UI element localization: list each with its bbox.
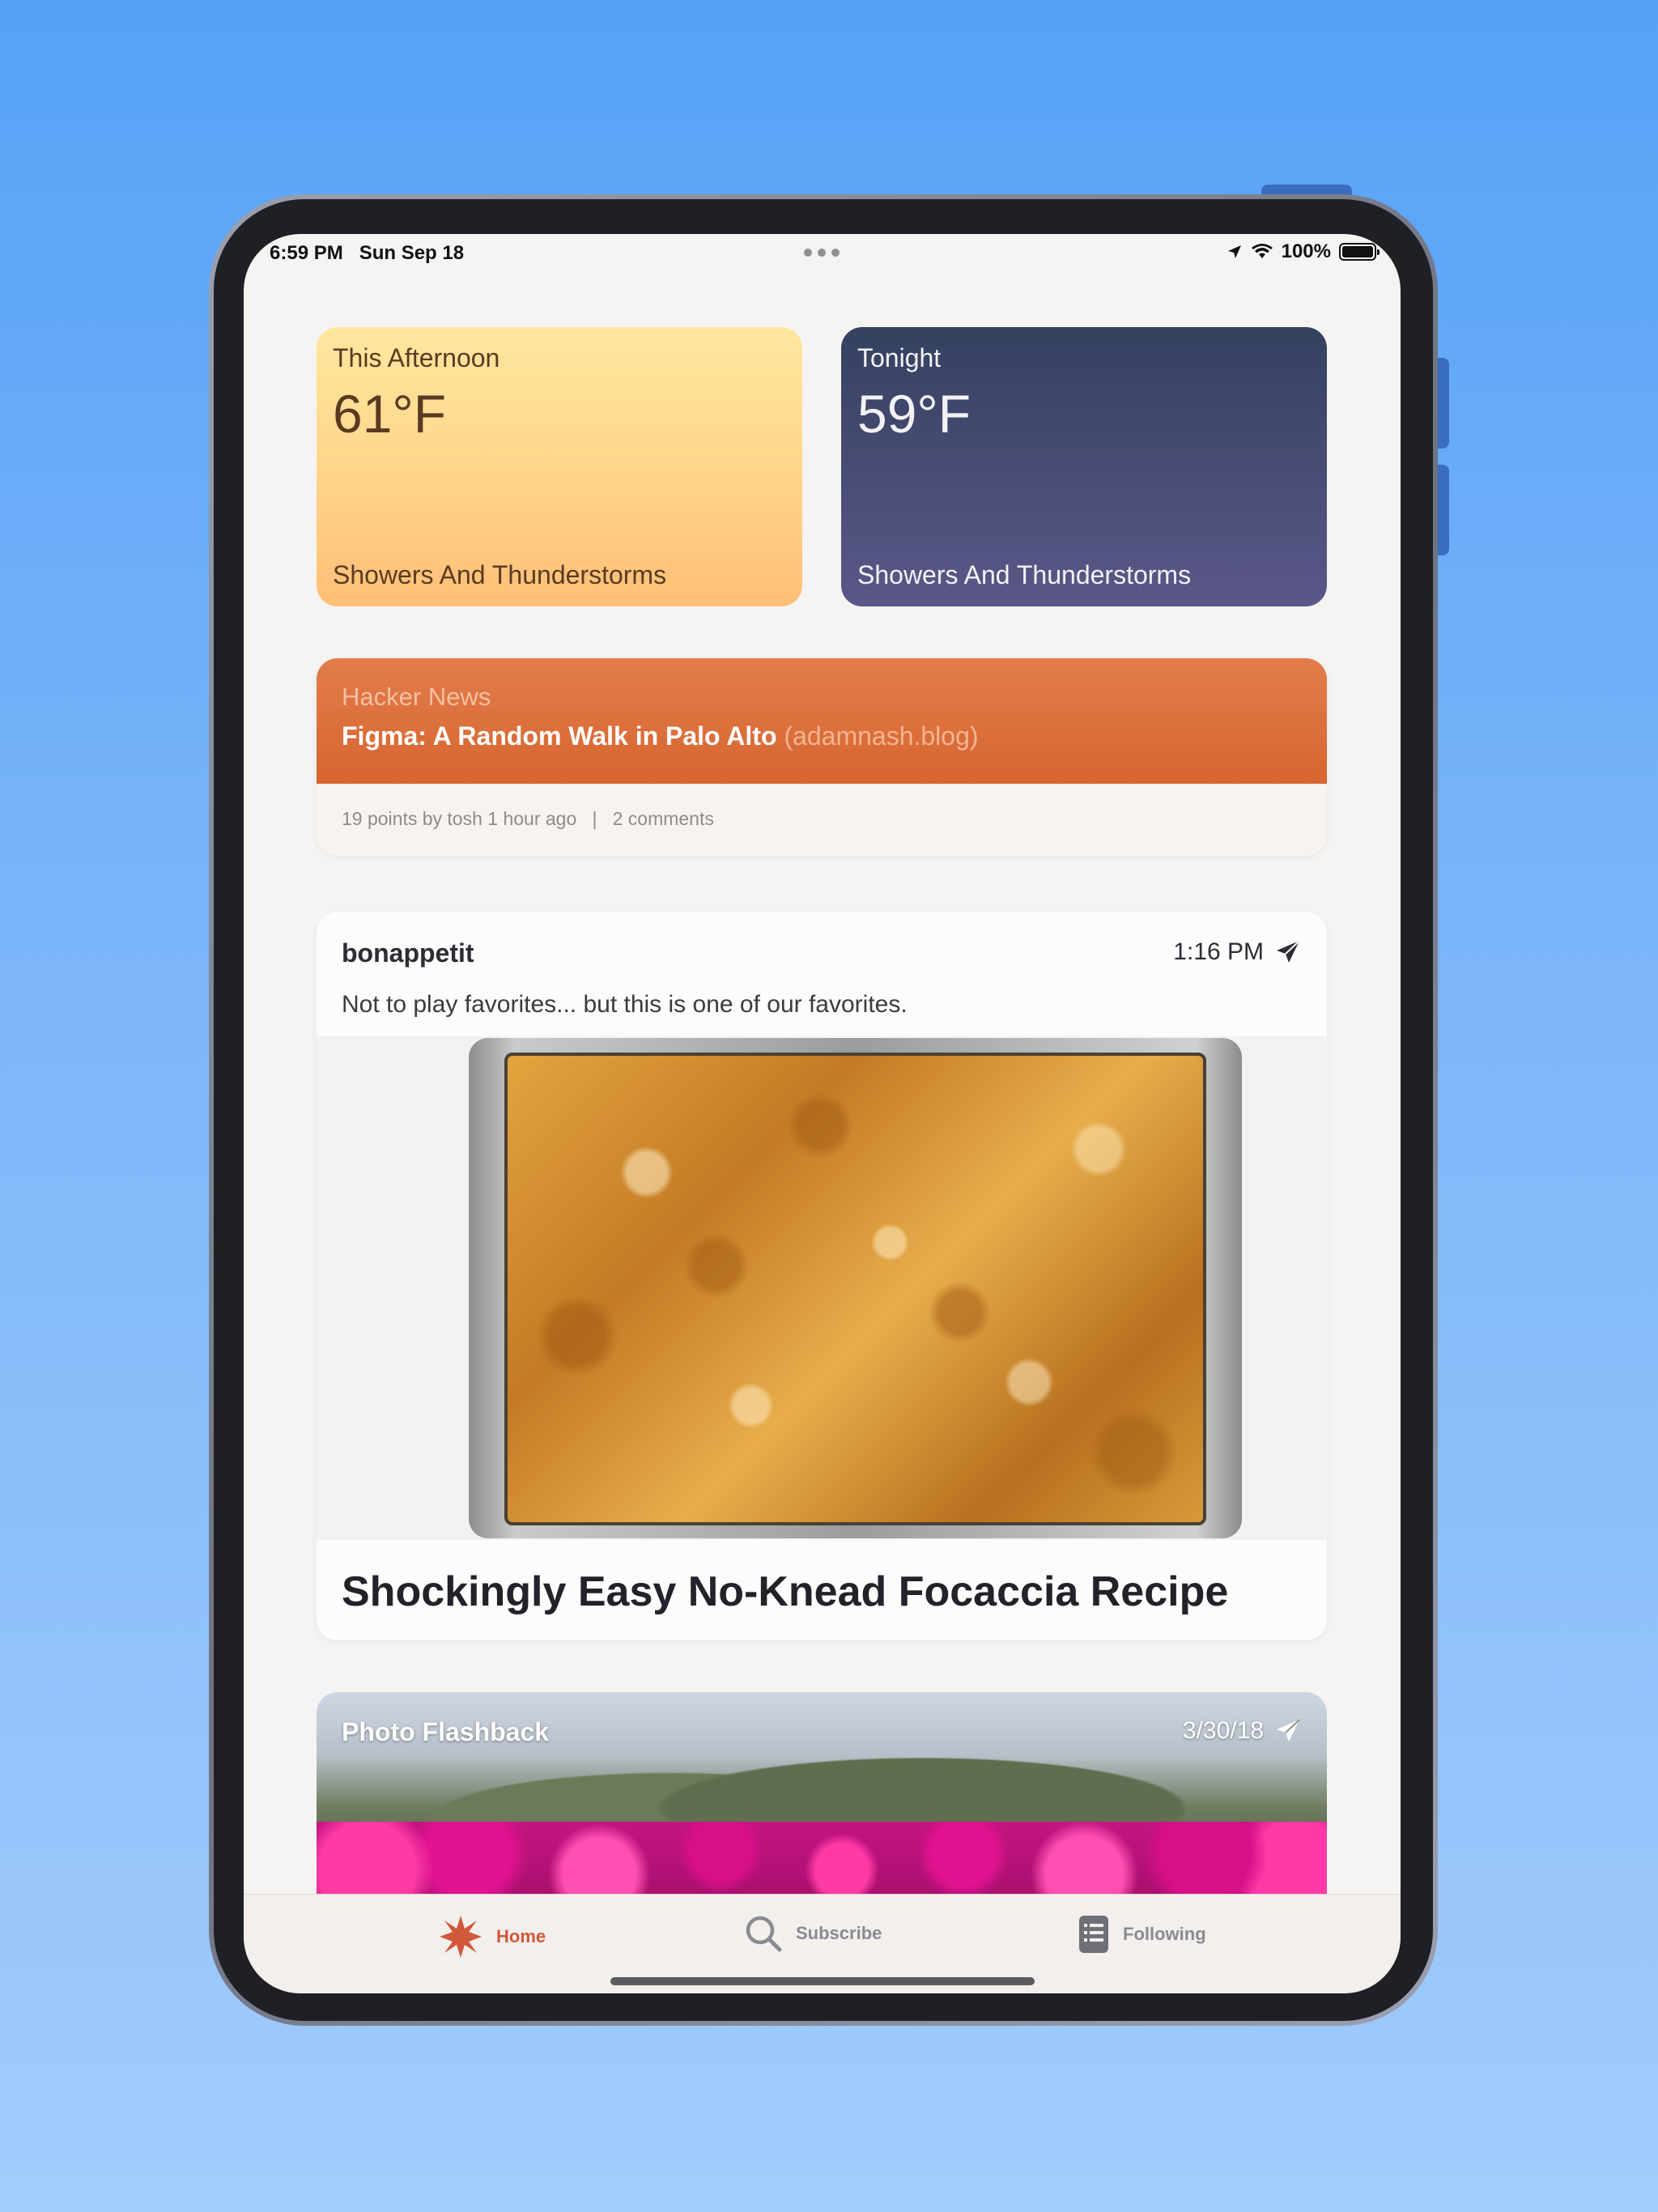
tab-subscribe-label: Subscribe [796, 1923, 882, 1943]
post-image[interactable] [317, 1036, 1327, 1540]
baking-pan [469, 1038, 1242, 1538]
sunburst-icon [440, 1916, 482, 1958]
tab-following-label: Following [1123, 1924, 1206, 1944]
weather-card-afternoon[interactable]: This Afternoon 61°F Showers And Thunders… [317, 327, 802, 606]
post-time: 1:16 PM [1173, 938, 1301, 966]
wifi-icon [1251, 244, 1273, 258]
location-arrow-icon [1227, 245, 1241, 258]
volume-down-button [1438, 465, 1449, 555]
screen: 6:59 PM Sun Sep 18 100% This Afternoon 6… [244, 234, 1401, 1993]
share-icon[interactable] [1275, 939, 1301, 965]
volume-up-button [1438, 358, 1449, 449]
post-time-text: 1:16 PM [1173, 938, 1264, 965]
flower-bed [317, 1822, 1327, 1903]
multitasking-dots-icon[interactable] [804, 249, 840, 257]
hn-points: 19 points by tosh 1 hour ago [342, 808, 577, 829]
tab-subscribe[interactable]: Subscribe [744, 1914, 882, 1953]
weather-temperature: 59°F [857, 384, 971, 444]
hn-meta: 19 points by tosh 1 hour ago | 2 comment… [317, 784, 1327, 854]
weather-label: This Afternoon [333, 343, 500, 372]
hn-separator: | [592, 808, 597, 829]
weather-label: Tonight [857, 343, 942, 372]
weather-condition: Showers And Thunderstorms [857, 560, 1192, 589]
status-time: 6:59 PM Sun Sep 18 [270, 242, 465, 264]
post-card[interactable]: bonappetit 1:16 PM Not to play favorites… [317, 912, 1327, 1640]
focaccia-photo [504, 1053, 1206, 1525]
hn-source-label: Hacker News [342, 683, 491, 711]
battery-percent: 100% [1281, 240, 1331, 262]
flashback-title: Photo Flashback [342, 1717, 550, 1746]
hacker-news-card[interactable]: Hacker News Figma: A Random Walk in Palo… [317, 658, 1327, 856]
share-icon[interactable] [1275, 1718, 1301, 1744]
status-bar: 6:59 PM Sun Sep 18 100% [244, 234, 1401, 273]
tab-home[interactable]: Home [438, 1914, 546, 1959]
flashback-date: 3/30/18 [1183, 1717, 1301, 1745]
hn-domain: (adamnash.blog) [784, 721, 979, 751]
photo-flashback-card[interactable]: Photo Flashback 3/30/18 [317, 1692, 1327, 1903]
tab-home-label: Home [496, 1926, 546, 1946]
post-headline[interactable]: Shockingly Easy No-Knead Focaccia Recipe [342, 1568, 1228, 1616]
flashback-date-text: 3/30/18 [1182, 1717, 1264, 1744]
weather-temperature: 61°F [333, 384, 447, 444]
search-icon [746, 1916, 782, 1952]
hn-comments-link[interactable]: 2 comments [613, 808, 714, 829]
tab-following[interactable]: Following [1078, 1914, 1206, 1955]
post-text: Not to play favorites... but this is one… [342, 991, 908, 1018]
post-author: bonappetit [342, 938, 474, 968]
tab-bar: Home Subscribe Following [244, 1894, 1401, 1993]
hn-story-title[interactable]: Figma: A Random Walk in Palo Alto (adamn… [342, 721, 1302, 751]
weather-condition: Showers And Thunderstorms [333, 560, 667, 589]
weather-card-tonight[interactable]: Tonight 59°F Showers And Thunderstorms [841, 327, 1327, 606]
home-indicator[interactable] [610, 1977, 1035, 1985]
list-book-icon [1079, 1916, 1108, 1953]
battery-icon [1339, 243, 1380, 261]
hn-title-text: Figma: A Random Walk in Palo Alto [342, 721, 777, 751]
